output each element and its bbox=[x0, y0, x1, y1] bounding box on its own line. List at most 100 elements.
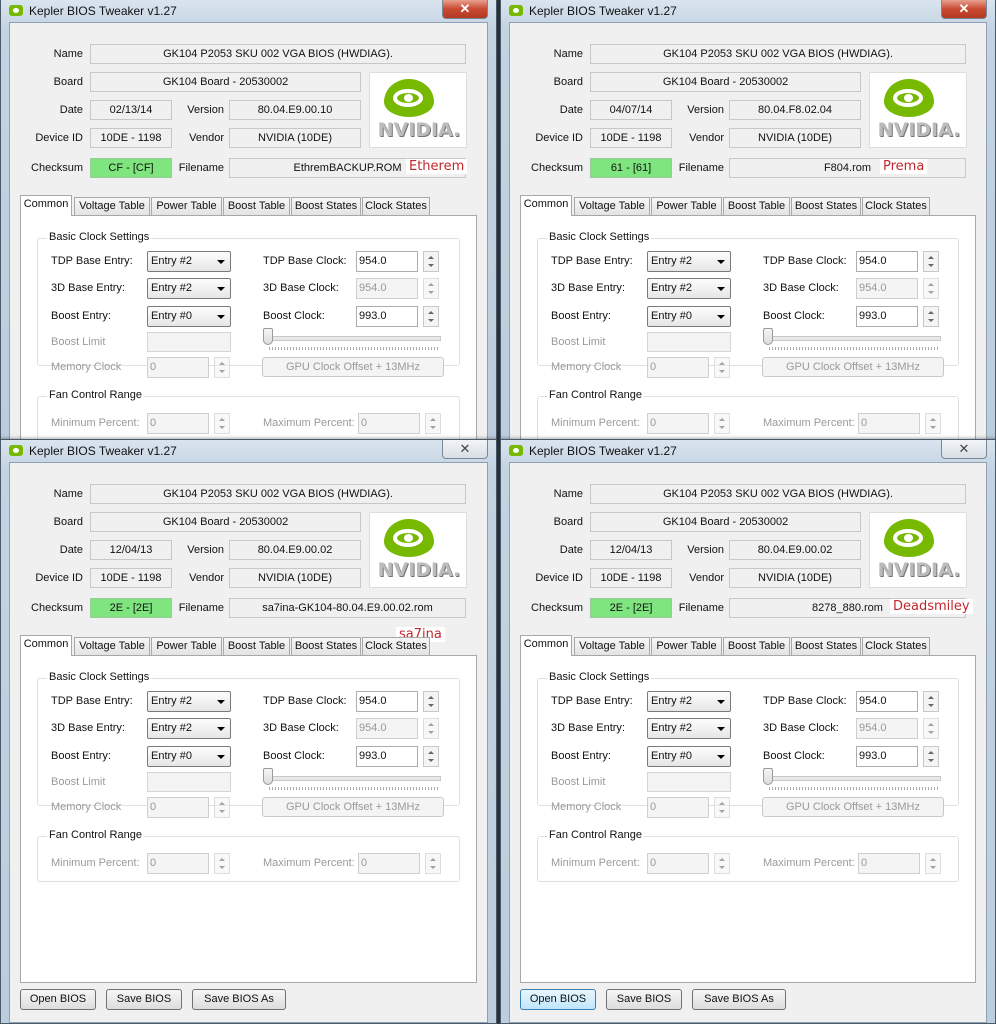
tab-boost-states[interactable]: Boost States bbox=[791, 637, 861, 655]
tab-clock-states[interactable]: Clock States bbox=[362, 637, 430, 655]
slider-thumb[interactable] bbox=[263, 768, 273, 785]
tdp-clock-input[interactable]: 954.0 bbox=[856, 691, 918, 712]
boost-clock-spinner[interactable] bbox=[923, 306, 939, 327]
boost-clock-spinner[interactable] bbox=[923, 746, 939, 767]
window-title: Kepler BIOS Tweaker v1.27 bbox=[529, 444, 677, 458]
board-label: Board bbox=[53, 516, 83, 528]
title-bar[interactable]: Kepler BIOS Tweaker v1.27 ✕ bbox=[1, 440, 496, 462]
boost-clock-spinner[interactable] bbox=[423, 306, 439, 327]
boost-clock-input[interactable]: 993.0 bbox=[356, 306, 418, 327]
3d-entry-select[interactable]: Entry #2 bbox=[147, 278, 231, 299]
tdp-clock-spinner[interactable] bbox=[423, 691, 439, 712]
user-annotation: Prema bbox=[880, 159, 928, 174]
gpu-clock-offset-button: GPU Clock Offset + 13MHz bbox=[262, 357, 444, 377]
3d-entry-select[interactable]: Entry #2 bbox=[147, 718, 231, 739]
tab-boost-table[interactable]: Boost Table bbox=[723, 197, 790, 215]
close-button[interactable]: ✕ bbox=[941, 0, 987, 19]
close-button[interactable]: ✕ bbox=[442, 0, 488, 19]
boost-clock-slider[interactable] bbox=[263, 328, 441, 350]
title-bar[interactable]: Kepler BIOS Tweaker v1.27 ✕ bbox=[501, 440, 995, 462]
tab-boost-table[interactable]: Boost Table bbox=[223, 197, 290, 215]
memory-clock-input: 0 bbox=[647, 357, 709, 378]
close-button[interactable]: ✕ bbox=[941, 440, 987, 459]
save-bios-as-button[interactable]: Save BIOS As bbox=[192, 989, 286, 1010]
title-bar[interactable]: Kepler BIOS Tweaker v1.27 ✕ bbox=[1, 0, 496, 22]
boost-clock-spinner[interactable] bbox=[423, 746, 439, 767]
boost-clock-input[interactable]: 993.0 bbox=[356, 746, 418, 767]
save-bios-as-button[interactable]: Save BIOS As bbox=[692, 989, 786, 1010]
tab-voltage-table[interactable]: Voltage Table bbox=[74, 197, 150, 215]
chevron-down-icon bbox=[217, 287, 225, 291]
tab-clock-states[interactable]: Clock States bbox=[862, 637, 930, 655]
slider-thumb[interactable] bbox=[763, 768, 773, 785]
boost-entry-select[interactable]: Entry #0 bbox=[147, 306, 231, 327]
tab-boost-states[interactable]: Boost States bbox=[291, 637, 361, 655]
3d-clock-label: 3D Base Clock: bbox=[263, 722, 339, 734]
tab-power-table[interactable]: Power Table bbox=[151, 637, 222, 655]
tdp-entry-label: TDP Base Entry: bbox=[551, 695, 633, 707]
3d-entry-value: Entry #2 bbox=[151, 722, 192, 734]
device-id-field: 10DE - 1198 bbox=[590, 568, 672, 588]
tab-power-table[interactable]: Power Table bbox=[651, 197, 722, 215]
chevron-down-icon bbox=[717, 755, 725, 759]
vendor-label: Vendor bbox=[189, 132, 224, 144]
slider-track bbox=[263, 776, 441, 781]
filename-label: Filename bbox=[678, 602, 724, 614]
tdp-entry-select[interactable]: Entry #2 bbox=[647, 251, 731, 272]
min-percent-spinner bbox=[214, 853, 230, 874]
boost-entry-select[interactable]: Entry #0 bbox=[647, 746, 731, 767]
boost-clock-slider[interactable] bbox=[763, 328, 941, 350]
open-bios-button[interactable]: Open BIOS bbox=[520, 989, 596, 1010]
tab-clock-states[interactable]: Clock States bbox=[362, 197, 430, 215]
tdp-entry-select[interactable]: Entry #2 bbox=[147, 691, 231, 712]
bios-tweaker-window-3: Kepler BIOS Tweaker v1.27 ✕ Name GK104 P… bbox=[0, 439, 497, 1024]
tab-common[interactable]: Common bbox=[520, 195, 572, 216]
tab-voltage-table[interactable]: Voltage Table bbox=[574, 637, 650, 655]
tdp-clock-spinner[interactable] bbox=[923, 251, 939, 272]
tdp-clock-spinner[interactable] bbox=[923, 691, 939, 712]
tdp-entry-select[interactable]: Entry #2 bbox=[647, 691, 731, 712]
memory-clock-label: Memory Clock bbox=[551, 361, 622, 373]
title-bar[interactable]: Kepler BIOS Tweaker v1.27 ✕ bbox=[501, 0, 995, 22]
3d-entry-select[interactable]: Entry #2 bbox=[647, 718, 731, 739]
save-bios-button[interactable]: Save BIOS bbox=[606, 989, 682, 1010]
open-bios-button[interactable]: Open BIOS bbox=[20, 989, 96, 1010]
fan-control-title: Fan Control Range bbox=[47, 389, 144, 401]
boost-entry-select[interactable]: Entry #0 bbox=[147, 746, 231, 767]
tab-common[interactable]: Common bbox=[520, 635, 572, 656]
tab-voltage-table[interactable]: Voltage Table bbox=[574, 197, 650, 215]
tab-power-table[interactable]: Power Table bbox=[651, 637, 722, 655]
boost-clock-input[interactable]: 993.0 bbox=[856, 746, 918, 767]
tab-clock-states[interactable]: Clock States bbox=[862, 197, 930, 215]
nvidia-logo: NVIDIA. bbox=[369, 72, 467, 148]
device-id-label: Device ID bbox=[535, 572, 583, 584]
slider-thumb[interactable] bbox=[763, 328, 773, 345]
max-percent-spinner bbox=[425, 413, 441, 434]
tdp-clock-input[interactable]: 954.0 bbox=[856, 251, 918, 272]
client-area: Name GK104 P2053 SKU 002 VGA BIOS (HWDIA… bbox=[509, 462, 987, 1023]
boost-entry-select[interactable]: Entry #0 bbox=[647, 306, 731, 327]
tab-voltage-table[interactable]: Voltage Table bbox=[74, 637, 150, 655]
tab-power-table[interactable]: Power Table bbox=[151, 197, 222, 215]
tdp-clock-input[interactable]: 954.0 bbox=[356, 691, 418, 712]
tdp-clock-input[interactable]: 954.0 bbox=[356, 251, 418, 272]
tab-boost-states[interactable]: Boost States bbox=[791, 197, 861, 215]
3d-entry-label: 3D Base Entry: bbox=[551, 282, 625, 294]
boost-clock-slider[interactable] bbox=[763, 768, 941, 790]
close-button[interactable]: ✕ bbox=[442, 440, 488, 459]
3d-entry-select[interactable]: Entry #2 bbox=[647, 278, 731, 299]
basic-clock-title: Basic Clock Settings bbox=[547, 671, 652, 683]
slider-thumb[interactable] bbox=[263, 328, 273, 345]
tab-boost-table[interactable]: Boost Table bbox=[223, 637, 290, 655]
slider-track bbox=[763, 336, 941, 341]
tdp-clock-spinner[interactable] bbox=[423, 251, 439, 272]
tab-common[interactable]: Common bbox=[20, 195, 72, 216]
tab-common[interactable]: Common bbox=[20, 635, 72, 656]
nvidia-eye-icon bbox=[884, 79, 934, 117]
tab-boost-table[interactable]: Boost Table bbox=[723, 637, 790, 655]
save-bios-button[interactable]: Save BIOS bbox=[106, 989, 182, 1010]
tab-boost-states[interactable]: Boost States bbox=[291, 197, 361, 215]
boost-clock-input[interactable]: 993.0 bbox=[856, 306, 918, 327]
tdp-entry-select[interactable]: Entry #2 bbox=[147, 251, 231, 272]
boost-clock-slider[interactable] bbox=[263, 768, 441, 790]
